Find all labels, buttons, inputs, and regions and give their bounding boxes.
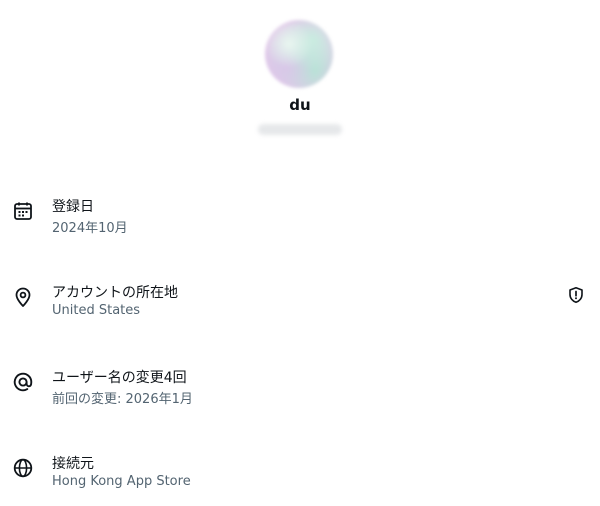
joined-label: 登録日 — [52, 199, 94, 215]
connected-via-label: 接続元 — [52, 456, 94, 472]
info-row-connected-via: 接続元 Hong Kong App Store — [0, 453, 600, 506]
info-row-username-changes: ユーザー名の変更4回 前回の変更: 2026年1月 — [0, 367, 600, 427]
joined-value: 2024年10月 — [52, 221, 128, 236]
username-changes-label: ユーザー名の変更4回 — [52, 370, 187, 386]
connected-via-value: Hong Kong App Store — [52, 474, 191, 489]
account-info-panel: du 登録日 2024年10月 アカウントの所在地 United States … — [0, 0, 600, 506]
location-value: United States — [52, 303, 141, 318]
profile-handle-blurred — [258, 124, 342, 135]
info-row-location: アカウントの所在地 United States — [0, 282, 600, 342]
info-row-joined: 登録日 2024年10月 — [0, 196, 600, 256]
calendar-icon — [12, 200, 34, 222]
username-changes-value: 前回の変更: 2026年1月 — [52, 392, 193, 407]
location-label: アカウントの所在地 — [52, 285, 178, 301]
shield-alert-icon[interactable] — [567, 286, 585, 304]
at-sign-icon — [12, 371, 34, 393]
avatar[interactable] — [265, 20, 333, 88]
globe-icon — [12, 457, 34, 479]
location-pin-icon — [12, 286, 34, 308]
profile-name: du — [289, 96, 311, 114]
